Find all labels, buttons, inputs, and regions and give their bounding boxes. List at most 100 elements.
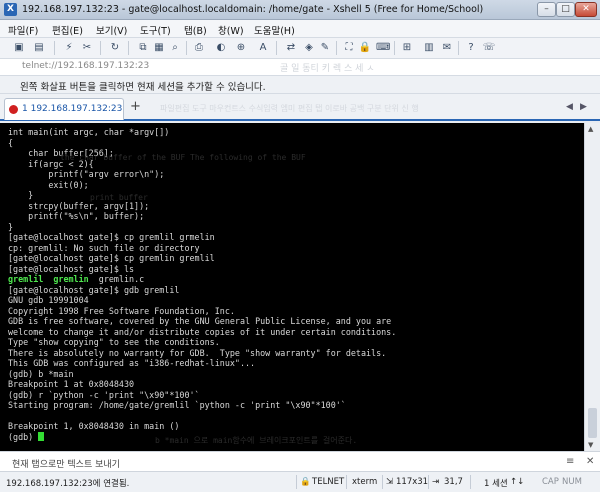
globe-icon[interactable]: ⊕ bbox=[234, 41, 248, 55]
layout-icon[interactable]: ▥ bbox=[422, 41, 436, 55]
session-nav-icon[interactable]: ↑↓ bbox=[510, 477, 524, 487]
keyboard-icon[interactable]: ⌨ bbox=[376, 41, 390, 55]
terminal-line: Starting program: /home/gate/gremlil `py… bbox=[8, 400, 584, 411]
scroll-up-icon[interactable]: ▲ bbox=[588, 125, 593, 133]
xftp-icon[interactable]: ◈ bbox=[302, 41, 316, 55]
terminal-line-text: GNU gdb 19991004 bbox=[8, 295, 89, 305]
open-folder-icon[interactable]: ▤ bbox=[32, 41, 46, 55]
terminal-line: GDB is free software, covered by the GNU… bbox=[8, 316, 584, 327]
toolbar: ▣ ▤ ⚡ ✂ ↻ ⧉ ▦ ⌕ ⎙ ◐ ⊕ A ⇄ ◈ ✎ ⛶ 🔒 ⌨ ⊞ ▥ … bbox=[0, 38, 600, 59]
terminal-line-text: Breakpoint 1, 0x8048430 in main () bbox=[8, 421, 180, 431]
menu-file[interactable]: 파일(F) bbox=[8, 23, 38, 37]
reconnect-icon[interactable]: ↻ bbox=[108, 41, 122, 55]
help-icon[interactable]: ? bbox=[464, 41, 478, 55]
terminal-line-text: } bbox=[8, 221, 14, 232]
toolbar-divider bbox=[128, 41, 129, 55]
status-divider bbox=[382, 475, 383, 489]
terminal-line-text: (gdb) r `python -c 'print "\x90"*100'` bbox=[8, 389, 200, 400]
terminal-lines: int main(int argc, char *argv[]){ char b… bbox=[8, 127, 584, 442]
compose-bar[interactable]: 현재 탭으로만 텍스트 보내기 ≡ ✕ bbox=[0, 451, 600, 472]
lock-icon[interactable]: 🔒 bbox=[358, 41, 372, 55]
script-icon[interactable]: ✎ bbox=[318, 41, 332, 55]
compose-menu-icon[interactable]: ≡ bbox=[566, 456, 574, 467]
scroll-thumb[interactable] bbox=[588, 408, 597, 438]
paste-icon[interactable]: ▦ bbox=[152, 41, 166, 55]
scroll-down-icon[interactable]: ▼ bbox=[588, 441, 593, 449]
add-tab-button[interactable]: + bbox=[130, 100, 141, 113]
terminal-ghost-line: the char buffer of the BUF The following… bbox=[60, 153, 306, 162]
terminal-line-text: [gate@localhost gate]$ cp gremlin gremli… bbox=[8, 253, 215, 263]
terminal-size-status: 117x31 bbox=[396, 477, 429, 487]
terminal-line: int main(int argc, char *argv[]) bbox=[8, 127, 584, 138]
copy-icon[interactable]: ⧉ bbox=[136, 41, 150, 55]
close-window-button[interactable]: ✕ bbox=[575, 2, 597, 17]
toolbar-divider bbox=[394, 41, 395, 55]
terminal-line-text: welcome to change it and/or distribute c… bbox=[8, 326, 397, 337]
menu-help[interactable]: 도움말(H) bbox=[254, 23, 295, 37]
minimize-button[interactable]: – bbox=[537, 2, 556, 17]
terminal-line: printf("argv error\n"); bbox=[8, 169, 584, 180]
new-session-icon[interactable]: ▣ bbox=[12, 41, 26, 55]
num-lock-indicator: NUM bbox=[562, 477, 582, 487]
status-bar: 192.168.197.132:23에 연결됨. 🔒 TELNET xterm … bbox=[0, 472, 600, 492]
color-scheme-icon[interactable]: ◐ bbox=[214, 41, 228, 55]
connect-icon[interactable]: ⚡ bbox=[62, 41, 76, 55]
tab-session-1[interactable]: 1 192.168.197.132:23 bbox=[4, 98, 124, 120]
compose-close-icon[interactable]: ✕ bbox=[586, 456, 594, 467]
terminal-line-text: [gate@localhost gate]$ ls bbox=[8, 263, 135, 274]
menu-window[interactable]: 창(W) bbox=[218, 23, 244, 37]
cursor-icon: ⇥ bbox=[432, 477, 440, 487]
terminal-line: [gate@localhost gate]$ cp gremlil grmeli… bbox=[8, 232, 584, 243]
tab-ghost-text: 파일편집 도구 마우컨트스 수식입력 엠미 편집 탭 이로바 공백 구분 단위 … bbox=[160, 104, 419, 113]
terminal-ghost-line: print buffer bbox=[90, 193, 148, 202]
terminal-line: Copyright 1998 Free Software Foundation,… bbox=[8, 306, 584, 317]
new-tab-icon[interactable]: ⊞ bbox=[400, 41, 414, 55]
terminal-line: { bbox=[8, 138, 584, 149]
info-message: 왼쪽 화살표 버튼을 클릭하면 현재 세션을 추가할 수 있습니다. bbox=[20, 82, 266, 93]
compose-icon[interactable]: ✉ bbox=[440, 41, 454, 55]
terminal-line-text: exit(0); bbox=[8, 179, 89, 190]
chat-icon[interactable]: ☏ bbox=[482, 41, 496, 55]
terminal-scrollbar[interactable]: ▲ ▼ bbox=[584, 123, 600, 451]
terminal-line: exit(0); bbox=[8, 180, 584, 191]
tab-prev-icon[interactable]: ◀ bbox=[566, 102, 573, 112]
ls-entry: gremlin.c bbox=[98, 274, 145, 284]
terminal-line-text: { bbox=[8, 137, 14, 148]
info-bar: 왼쪽 화살표 버튼을 클릭하면 현재 세션을 추가할 수 있습니다. bbox=[0, 76, 600, 94]
terminal-line: Breakpoint 1, 0x8048430 in main () bbox=[8, 421, 584, 432]
menu-edit[interactable]: 편집(E) bbox=[52, 23, 83, 37]
toolbar-divider bbox=[336, 41, 337, 55]
xshell-app-icon: X bbox=[4, 3, 17, 16]
menu-tools[interactable]: 도구(T) bbox=[140, 23, 171, 37]
terminal-line-text: printf("%s\n", buffer); bbox=[8, 211, 145, 221]
terminal-output[interactable]: int main(int argc, char *argv[]){ char b… bbox=[0, 123, 584, 451]
font-icon[interactable]: A bbox=[256, 41, 270, 55]
terminal-line: [gate@localhost gate]$ ls bbox=[8, 264, 584, 275]
menu-view[interactable]: 보기(V) bbox=[96, 23, 127, 37]
terminal-line-text: [gate@localhost gate]$ cp gremlil grmeli… bbox=[8, 232, 215, 242]
ls-entry: gremlil bbox=[8, 274, 44, 284]
find-icon[interactable]: ⌕ bbox=[168, 41, 182, 55]
disconnect-icon[interactable]: ✂ bbox=[80, 41, 94, 55]
connection-status: 192.168.197.132:23에 연결됨. bbox=[6, 479, 130, 489]
terminal-line-text: Breakpoint 1 at 0x8048430 bbox=[8, 379, 135, 389]
print-icon[interactable]: ⎙ bbox=[192, 41, 206, 55]
size-icon: ⇲ bbox=[386, 477, 394, 487]
lock-status-icon: 🔒 bbox=[300, 477, 311, 487]
menu-tab[interactable]: 탭(B) bbox=[184, 23, 207, 37]
terminal-line: [gate@localhost gate]$ gdb gremlil bbox=[8, 285, 584, 296]
terminal-line: (gdb) r `python -c 'print "\x90"*100'` bbox=[8, 390, 584, 401]
toolbar-divider bbox=[276, 41, 277, 55]
terminal-line: } bbox=[8, 222, 584, 233]
terminal-line: gremlil gremlin gremlin.c bbox=[8, 274, 584, 285]
fullscreen-icon[interactable]: ⛶ bbox=[342, 41, 356, 55]
transfer-icon[interactable]: ⇄ bbox=[284, 41, 298, 55]
maximize-button[interactable]: □ bbox=[556, 2, 575, 17]
tab-next-icon[interactable]: ▶ bbox=[580, 102, 587, 112]
address-bar[interactable]: telnet://192.168.197.132:23 골 일 동티 키 렉 스… bbox=[0, 59, 600, 76]
compose-placeholder[interactable]: 현재 탭으로만 텍스트 보내기 bbox=[12, 457, 120, 470]
tab-bar: 1 192.168.197.132:23 + 파일편집 도구 마우컨트스 수식입… bbox=[0, 94, 600, 121]
session-address[interactable]: telnet://192.168.197.132:23 bbox=[22, 61, 149, 71]
terminal-line-text: } bbox=[8, 190, 34, 200]
